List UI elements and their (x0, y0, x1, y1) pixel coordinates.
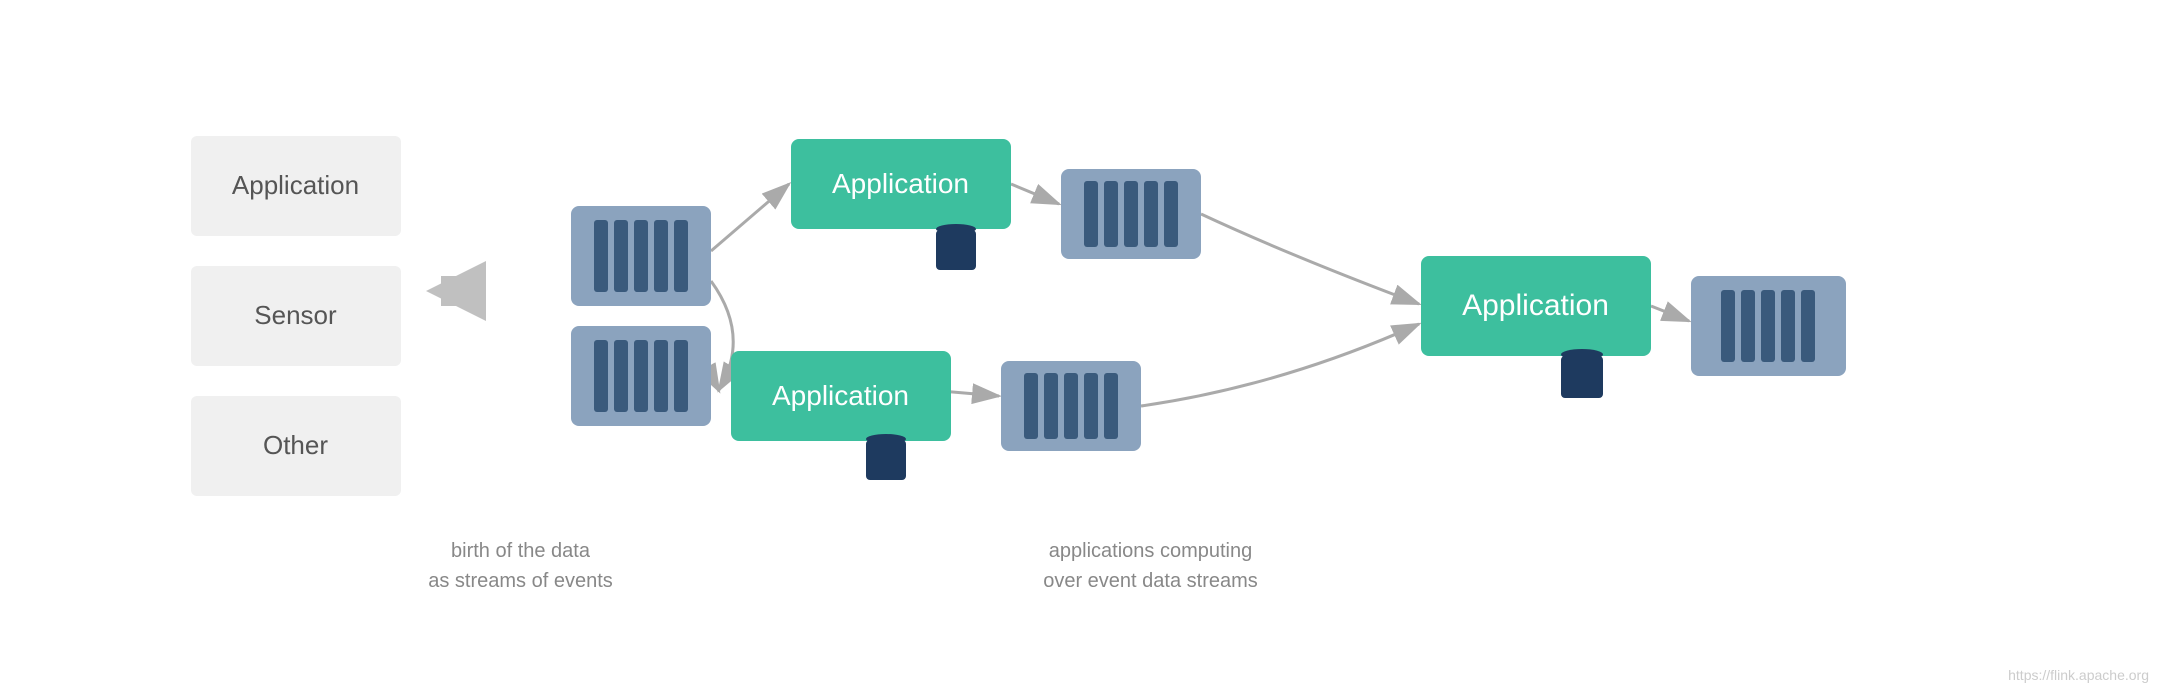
source-other-label: Other (263, 430, 328, 461)
queue-bar (594, 220, 608, 292)
queue-bar (1781, 290, 1795, 362)
app-box-2: Application (731, 351, 951, 441)
queue-bar (614, 220, 628, 292)
queue-bar (654, 220, 668, 292)
queue-bar (614, 340, 628, 412)
queue-icon-3 (1061, 169, 1201, 259)
app-box-3: Application (1421, 256, 1651, 356)
queue-bar (1084, 373, 1098, 439)
diagram-inner: Application Sensor Other Application (131, 56, 2031, 636)
db-body (866, 440, 906, 480)
queue-bar (1144, 181, 1158, 247)
source-sensor-label: Sensor (254, 300, 336, 331)
queue-icon-1 (571, 206, 711, 306)
source-box-sensor: Sensor (191, 266, 401, 366)
queue-bar (1124, 181, 1138, 247)
app-1-label: Application (832, 168, 969, 200)
source-box-other: Other (191, 396, 401, 496)
db-body (936, 230, 976, 270)
queue-bar (634, 220, 648, 292)
queue-bar (1801, 290, 1815, 362)
bottom-label-2-text: applications computingover event data st… (1043, 540, 1258, 592)
queue-bar (1721, 290, 1735, 362)
watermark: https://flink.apache.org (2008, 667, 2149, 683)
db-icon-2 (866, 434, 906, 480)
queue-bar (634, 340, 648, 412)
bottom-label-1: birth of the dataas streams of events (381, 536, 661, 596)
db-icon-3 (1561, 349, 1603, 398)
app-3-label: Application (1462, 289, 1609, 323)
queue-icon-4 (1001, 361, 1141, 451)
queue-bar (594, 340, 608, 412)
queue-icon-5 (1691, 276, 1846, 376)
source-application-label: Application (232, 170, 359, 201)
queue-bar (1164, 181, 1178, 247)
queue-bar (1044, 373, 1058, 439)
queue-bar (674, 340, 688, 412)
queue-bar (1024, 373, 1038, 439)
queue-bar (1104, 181, 1118, 247)
bottom-label-1-text: birth of the dataas streams of events (428, 540, 613, 592)
queue-bar (1104, 373, 1118, 439)
diagram-container: Application Sensor Other Application (0, 0, 2161, 691)
db-body (1561, 356, 1603, 398)
app-2-label: Application (772, 380, 909, 412)
queue-bar (1741, 290, 1755, 362)
queue-icon-2 (571, 326, 711, 426)
app-box-1: Application (791, 139, 1011, 229)
queue-bar (1761, 290, 1775, 362)
queue-bar (674, 220, 688, 292)
db-icon-1 (936, 224, 976, 270)
queue-bar (1064, 373, 1078, 439)
bottom-label-2: applications computingover event data st… (981, 536, 1321, 596)
source-box-application: Application (191, 136, 401, 236)
queue-bar (654, 340, 668, 412)
queue-bar (1084, 181, 1098, 247)
